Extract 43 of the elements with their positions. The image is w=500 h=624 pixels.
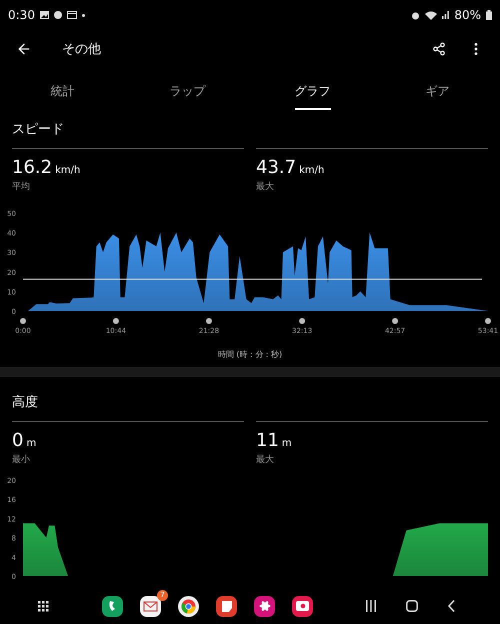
- tab[interactable]: 統計: [50, 74, 74, 110]
- section-title: 高度: [12, 394, 39, 412]
- image-icon: [40, 11, 49, 19]
- stat-label: 最小: [12, 454, 31, 466]
- signal-icon: [442, 11, 450, 19]
- back-nav-icon[interactable]: [448, 600, 455, 612]
- axis-title: 時間 (時 : 分 : 秒): [218, 350, 282, 359]
- stat-value: 43.7 km/h: [256, 158, 324, 177]
- tab[interactable]: グラフ: [294, 74, 330, 110]
- recents-icon[interactable]: [366, 600, 376, 612]
- flower-app-icon[interactable]: [254, 596, 275, 616]
- stat-label: 最大: [256, 454, 275, 466]
- camera-app-icon[interactable]: [292, 596, 313, 616]
- stat-value: 16.2 km/h: [12, 158, 80, 177]
- battery-percent: 80%: [454, 8, 481, 22]
- stat-label: 平均: [12, 180, 31, 193]
- browser-app-icon[interactable]: [178, 596, 199, 616]
- apps-grid-icon[interactable]: [38, 600, 49, 612]
- home-icon[interactable]: [406, 600, 418, 612]
- phone-app-icon[interactable]: [102, 596, 123, 616]
- axis-tick-dot: [299, 318, 306, 324]
- stat-value: 11 m: [256, 431, 292, 450]
- tab[interactable]: ギア: [426, 74, 450, 110]
- tab[interactable]: ラップ: [170, 74, 206, 110]
- wifi-icon: [425, 10, 438, 20]
- clock: 0:30: [8, 8, 35, 22]
- page-title: その他: [62, 41, 102, 58]
- back-icon[interactable]: [16, 41, 32, 57]
- stat-label: 最大: [256, 180, 275, 193]
- calendar-icon: [66, 11, 77, 19]
- stat-value: 0 m: [12, 431, 36, 450]
- notes-app-icon[interactable]: [216, 596, 237, 616]
- mail-app-icon[interactable]: [140, 596, 161, 616]
- axis-tick-dot: [20, 318, 26, 324]
- axis-tick-dot: [112, 318, 119, 324]
- axis-tick-dot: [392, 318, 398, 324]
- section-title: スピード: [12, 121, 65, 139]
- dot-icon: [82, 14, 85, 16]
- battery-icon: [486, 10, 492, 20]
- share-icon[interactable]: [432, 42, 446, 56]
- axis-tick-dot: [485, 318, 491, 324]
- axis-tick-dot: [206, 318, 212, 324]
- area-series: [23, 523, 68, 576]
